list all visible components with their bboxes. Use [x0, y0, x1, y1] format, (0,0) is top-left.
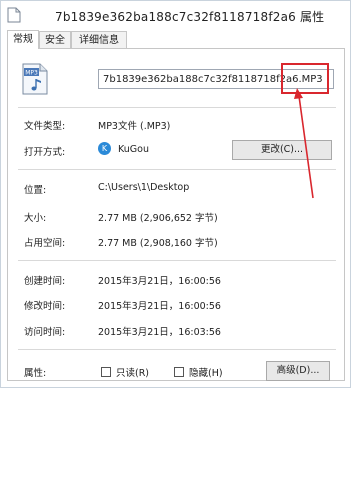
open-with-label: 打开方式: [24, 147, 66, 158]
accessed-label: 访问时间: [24, 327, 66, 338]
properties-dialog: 7b1839e362ba188c7c32f8118718f2a6 属性 常规 安… [0, 0, 351, 388]
tab-details[interactable]: 详细信息 [71, 31, 127, 48]
location-label: 位置: [24, 185, 47, 196]
mp3-file-icon: MP3 [22, 63, 48, 95]
size-on-disk-value: 2.77 MB (2,908,160 字节) [98, 238, 218, 249]
modified-label: 修改时间: [24, 301, 66, 312]
tab-security[interactable]: 安全 [39, 31, 71, 48]
attributes-label: 属性: [24, 368, 47, 379]
hidden-checkbox[interactable] [174, 367, 184, 377]
document-icon [7, 7, 21, 23]
created-label: 创建时间: [24, 276, 66, 287]
open-with-value: KuGou [118, 144, 149, 155]
created-value: 2015年3月21日，16:00:56 [98, 276, 221, 287]
readonly-label[interactable]: 只读(R) [116, 365, 149, 379]
window-title: 7b1839e362ba188c7c32f8118718f2a6 属性 [55, 10, 325, 24]
size-value: 2.77 MB (2,906,652 字节) [98, 213, 218, 224]
file-type-value: MP3文件 (.MP3) [98, 121, 171, 132]
size-on-disk-label: 占用空间: [24, 238, 66, 249]
divider [18, 169, 336, 170]
modified-value: 2015年3月21日，16:00:56 [98, 301, 221, 312]
title-bar: 7b1839e362ba188c7c32f8118718f2a6 属性 [1, 1, 350, 31]
accessed-value: 2015年3月21日，16:03:56 [98, 327, 221, 338]
file-type-label: 文件类型: [24, 121, 66, 132]
readonly-checkbox[interactable] [101, 367, 111, 377]
file-icon-text: MP3 [25, 70, 38, 77]
hidden-label[interactable]: 隐藏(H) [189, 365, 223, 379]
advanced-button[interactable]: 高级(D)... [266, 361, 330, 381]
kugou-app-icon: K [98, 142, 111, 155]
tab-general[interactable]: 常规 [7, 30, 39, 49]
location-value: C:\Users\1\Desktop [98, 182, 190, 193]
annotation-highlight-box [281, 63, 329, 94]
divider [18, 349, 336, 350]
change-button[interactable]: 更改(C)... [232, 140, 332, 160]
divider [18, 260, 336, 261]
size-label: 大小: [24, 213, 47, 224]
divider [18, 107, 336, 108]
general-panel: MP3 文件类型: MP3文件 (.MP3) 打开方式: K KuGou 更改(… [7, 48, 345, 381]
